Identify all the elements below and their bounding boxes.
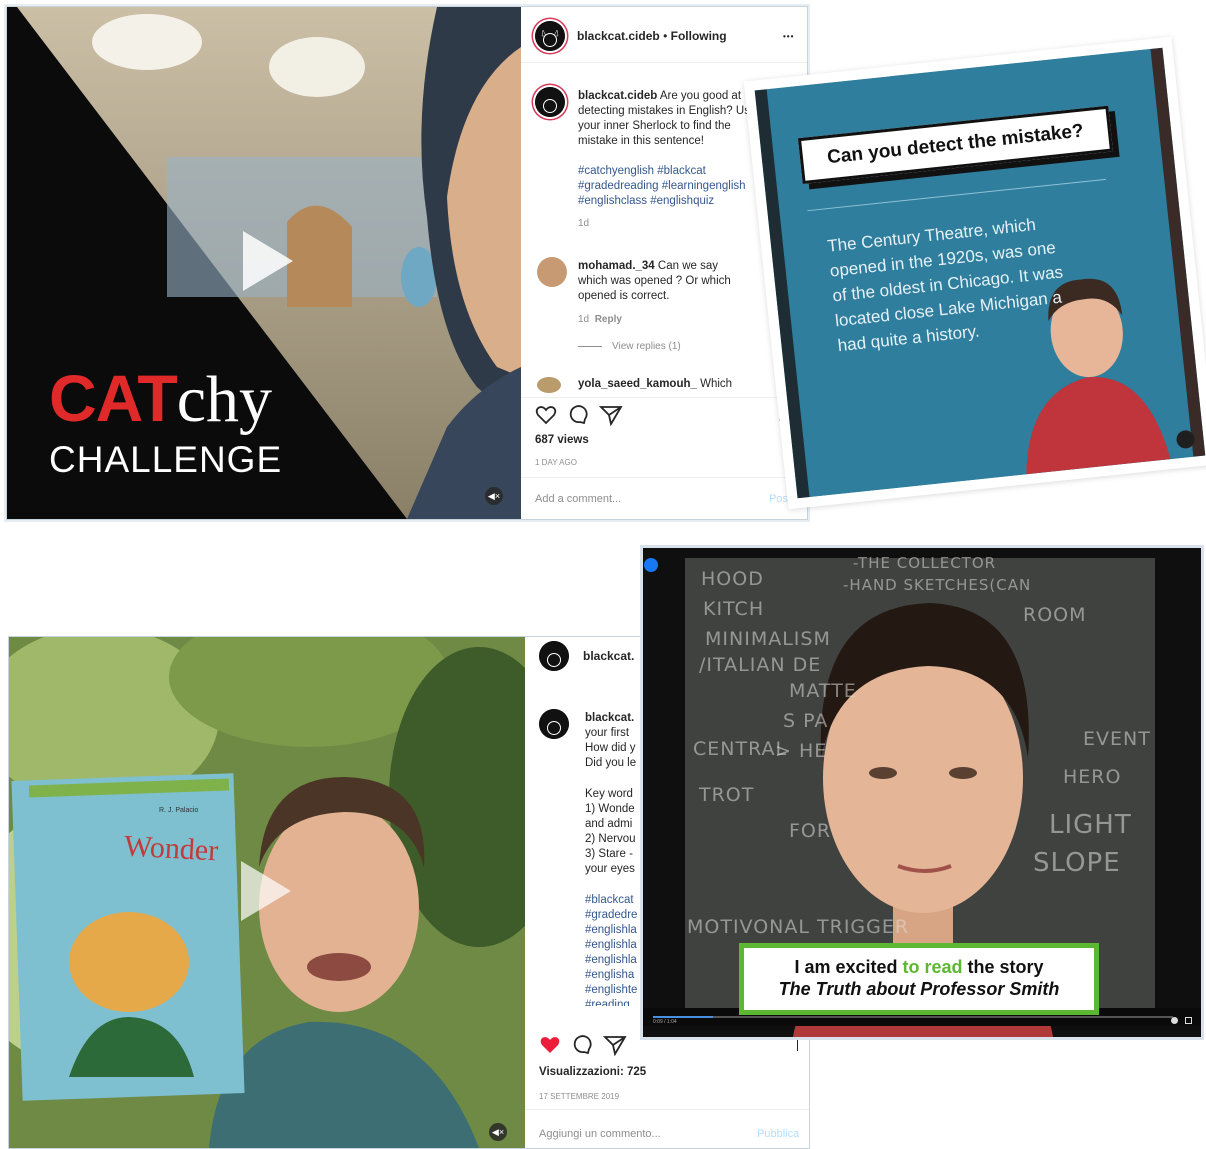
caption-text: I am excited — [794, 957, 903, 977]
black-cat-icon — [539, 709, 569, 739]
book-title: Wonder — [123, 829, 220, 868]
chalkboard-text: S PA — [783, 710, 829, 732]
share-icon[interactable] — [598, 406, 623, 427]
add-comment-input[interactable]: Add a comment... — [535, 492, 735, 507]
caption-username[interactable]: blackcat.cideb — [578, 90, 657, 102]
chalkboard-text: -THE COLLECTOR — [853, 554, 997, 572]
reply-button[interactable]: Reply — [595, 314, 622, 325]
mute-icon[interactable]: ◀× — [489, 1123, 507, 1141]
video-thumbnail[interactable]: CATchy CHALLENGE ◀× — [7, 7, 521, 519]
chalkboard-text: MOTIVONAL TRIGGER — [687, 916, 910, 938]
divider — [521, 397, 807, 398]
logo-chy: chy — [176, 363, 273, 436]
chalkboard-text: KITCH — [703, 598, 765, 620]
caption-avatar[interactable] — [535, 87, 565, 117]
comment-text: which was opened ? Or which — [578, 275, 731, 287]
logo-challenge: CHALLENGE — [49, 439, 283, 480]
comment-text: Which — [700, 378, 733, 390]
chalkboard-text: ROOM — [1023, 604, 1087, 626]
chalkboard-text: FOR — [789, 820, 832, 842]
chalkboard-text: EVENT — [1083, 728, 1151, 750]
caption-highlight: to read — [902, 957, 963, 977]
comment-username[interactable]: yola_saeed_kamouh_ — [578, 378, 697, 390]
video-player[interactable]: HOOD KITCH MINIMALISM /ITALIAN DE -HAND … — [640, 545, 1204, 1040]
divider — [521, 477, 807, 478]
chalkboard-text: HOOD — [701, 568, 764, 590]
action-bar — [539, 1034, 631, 1061]
video-caption: I am excited to read the story The Truth… — [739, 943, 1099, 1015]
avatar[interactable] — [535, 21, 565, 51]
comment: mohamad._34 Can we say which was opened … — [578, 259, 798, 354]
comment-username[interactable]: mohamad._34 — [578, 260, 655, 272]
chalkboard-text: > HE — [775, 740, 828, 762]
commenter-avatar[interactable] — [537, 377, 561, 393]
caption-text: the story — [962, 957, 1044, 977]
post-date: 1 DAY AGO — [535, 458, 577, 467]
video-time: 0:09 / 1:04 — [653, 1019, 677, 1025]
following-button[interactable]: Following — [671, 29, 727, 43]
divider — [525, 1109, 809, 1110]
view-replies[interactable]: View replies (1) — [578, 339, 798, 354]
username-link[interactable]: blackcat.cideb — [577, 29, 660, 43]
instagram-post-catchy-challenge: CATchy CHALLENGE ◀× blackcat.cideb • Fol… — [6, 6, 808, 520]
view-count[interactable]: 687 views — [535, 433, 589, 448]
post-comment-button[interactable]: Post — [769, 492, 791, 507]
avatar[interactable] — [539, 641, 569, 671]
view-count[interactable]: Visualizzazioni: 725 — [539, 1065, 646, 1080]
comment-icon[interactable] — [573, 1035, 592, 1055]
chalkboard-text: MINIMALISM — [705, 628, 831, 650]
chalkboard-text: LIGHT — [1049, 810, 1132, 840]
mute-icon[interactable]: ◀× — [485, 487, 503, 505]
comment-icon[interactable] — [569, 405, 588, 425]
black-cat-icon — [539, 641, 569, 671]
book-author: R. J. Palacio — [159, 807, 199, 814]
fullscreen-icon[interactable] — [1185, 1017, 1192, 1024]
chalkboard-text: /ITALIAN DE — [699, 654, 822, 676]
heart-icon[interactable] — [540, 1037, 560, 1053]
commenter-avatar[interactable] — [537, 257, 567, 287]
replies-line — [578, 346, 602, 347]
post-header: blackcat.cideb • Following — [577, 29, 727, 44]
catchy-challenge-logo: CATchy — [49, 365, 272, 450]
more-options-icon[interactable]: ••• — [783, 29, 794, 44]
share-icon[interactable] — [602, 1036, 627, 1057]
chalkboard-text: CENTRAL — [693, 738, 788, 760]
chalkboard-text: HERO — [1063, 766, 1122, 788]
dot-separator: • — [663, 29, 668, 43]
logo-cat: CAT — [49, 361, 178, 435]
comment-text: opened is correct. — [578, 290, 670, 302]
heart-icon[interactable] — [535, 406, 557, 425]
chalkboard-text: -HAND SKETCHES(CAN — [843, 576, 1032, 594]
post-side-panel: blackcat.cideb • Following ••• blackcat.… — [521, 7, 807, 519]
video-thumbnail[interactable]: Wonder R. J. Palacio ◀× — [9, 637, 525, 1148]
action-bar — [535, 404, 627, 431]
comment-age: 1d — [578, 314, 590, 325]
play-icon[interactable] — [241, 861, 291, 921]
black-cat-icon — [535, 87, 565, 117]
quiz-card: Can you detect the mistake? The Century … — [754, 47, 1206, 499]
view-replies-label[interactable]: View replies (1) — [612, 341, 681, 352]
caption-avatar[interactable] — [539, 709, 569, 739]
chalkboard-text: MATTE — [789, 680, 857, 702]
play-icon[interactable] — [243, 231, 293, 291]
chalkboard-text: SLOPE — [1033, 848, 1121, 878]
divider — [521, 62, 807, 63]
caption-line: Are you good at — [659, 90, 742, 102]
comment: yola_saeed_kamouh_ Which — [578, 377, 732, 392]
username-link[interactable]: blackcat. — [583, 649, 634, 664]
add-comment-input[interactable]: Aggiungi un commento... — [539, 1127, 739, 1142]
chalkboard-text: TROT — [699, 784, 755, 806]
black-cat-icon — [535, 21, 565, 51]
settings-icon[interactable] — [1171, 1017, 1178, 1024]
comment-text: Can we say — [657, 260, 718, 272]
caption-book-title: The Truth about Professor Smith — [778, 979, 1060, 999]
post-date: 17 SETTEMBRE 2019 — [539, 1092, 620, 1101]
post-comment-button[interactable]: Pubblica — [757, 1127, 799, 1142]
